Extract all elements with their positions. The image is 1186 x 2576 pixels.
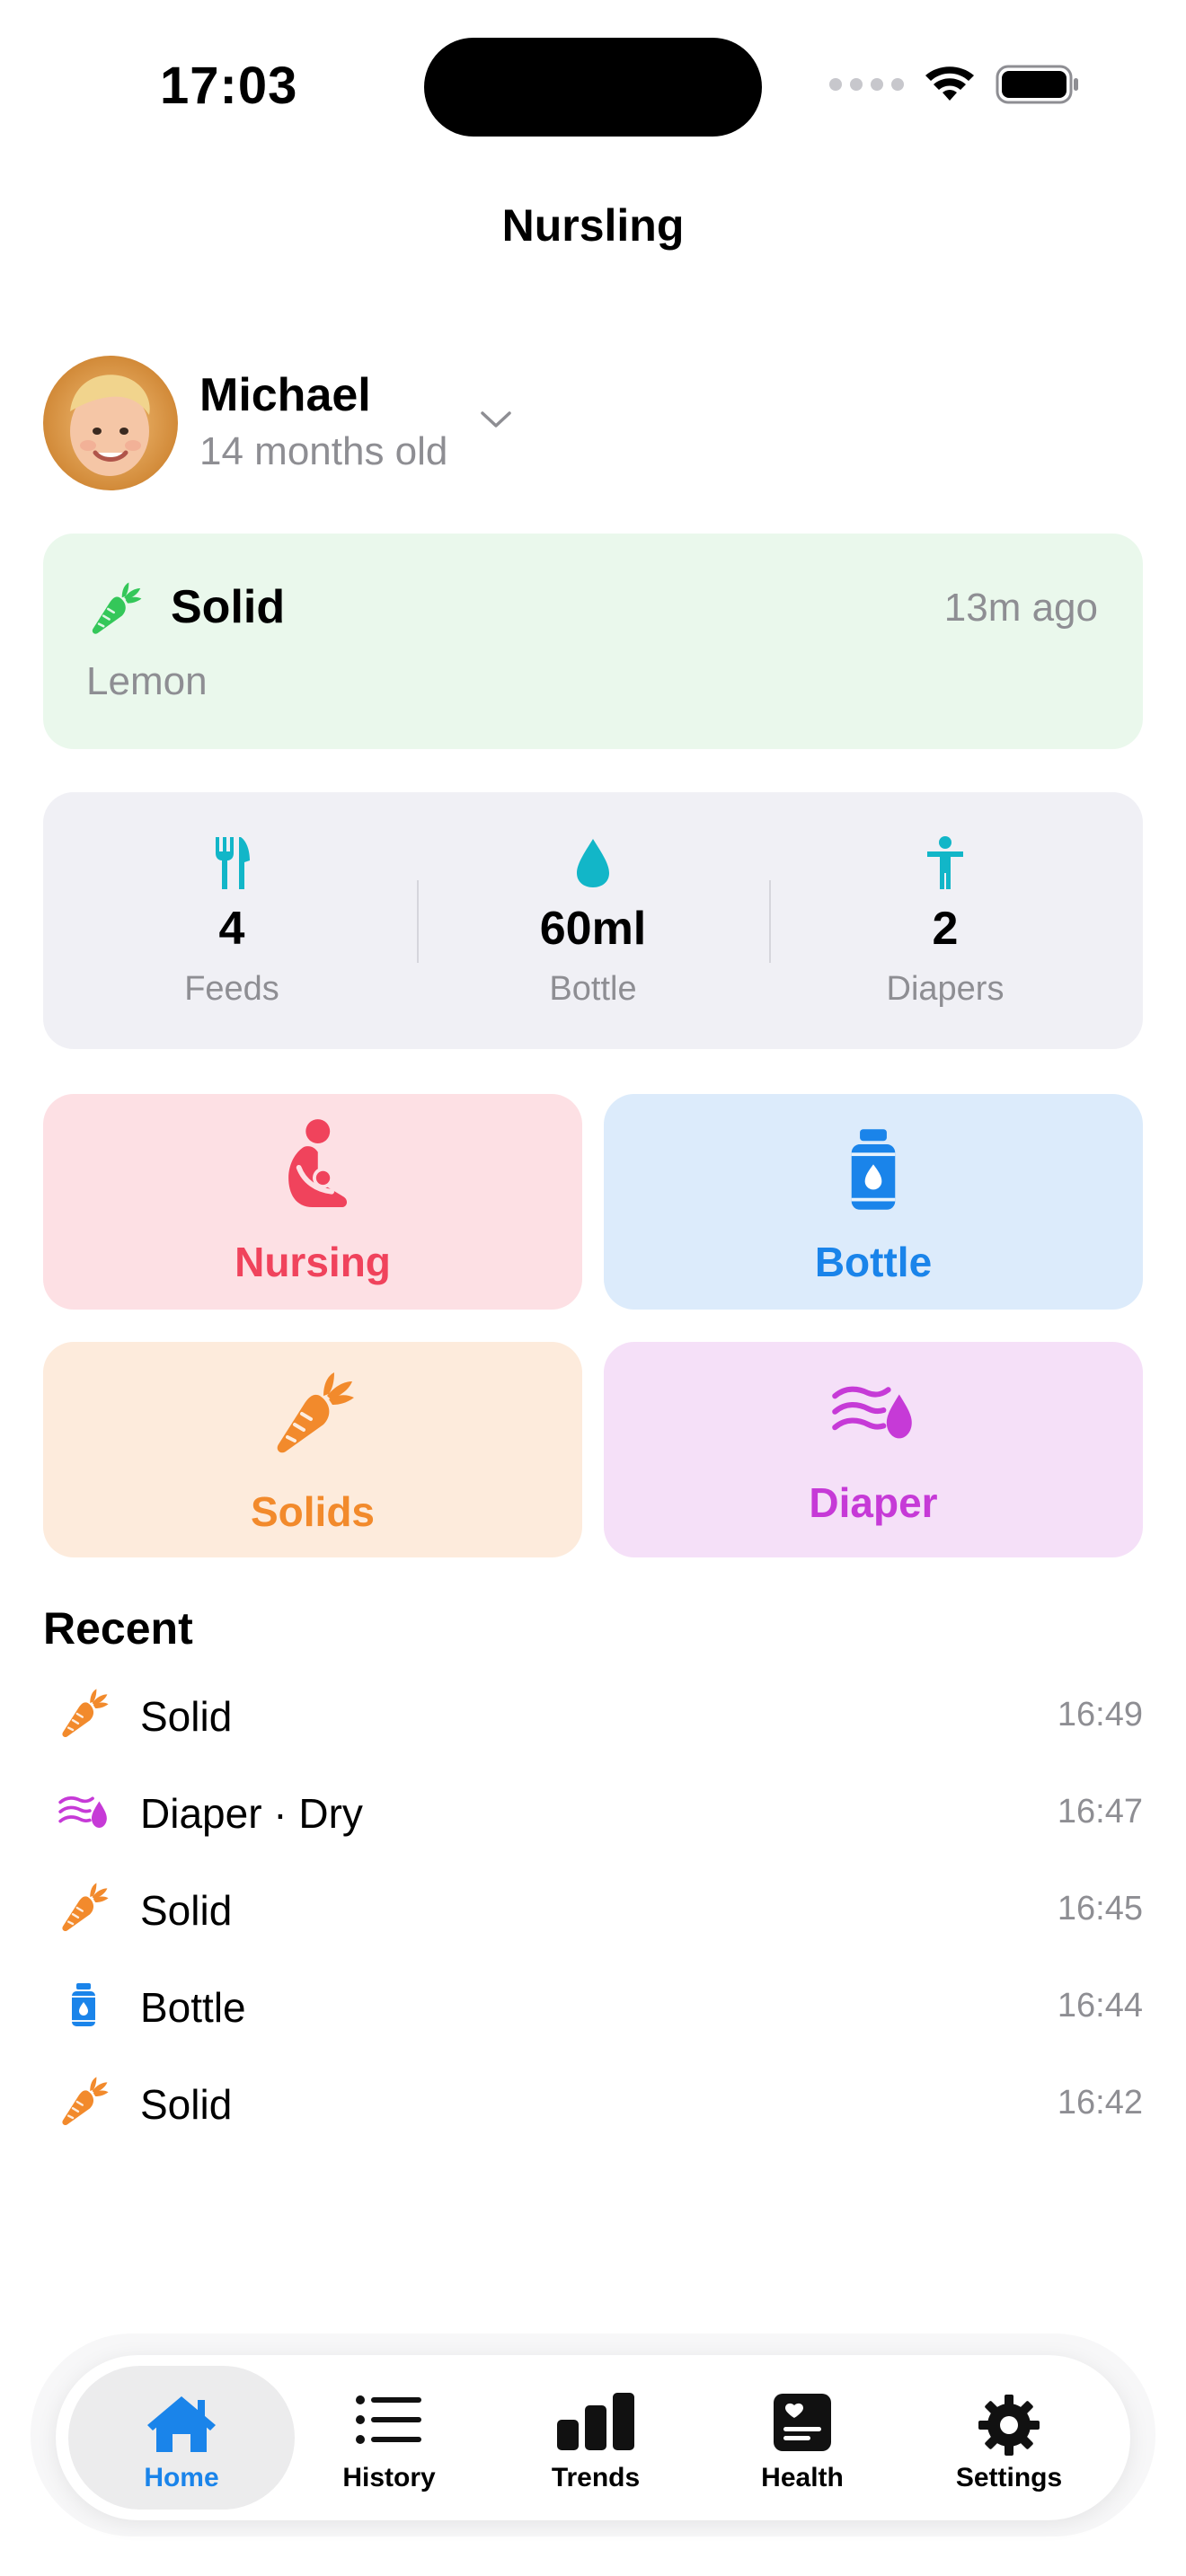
house-icon <box>147 2396 216 2452</box>
list-icon <box>356 2395 421 2444</box>
carrot-icon <box>57 1687 111 1741</box>
daily-stats: 4 Feeds 60ml Bottle 2 Diapers <box>43 792 1143 1049</box>
carrot-icon <box>57 1881 111 1935</box>
tab-history[interactable]: History <box>286 2366 492 2510</box>
solids-button[interactable]: Solids <box>43 1342 582 1557</box>
child-name[interactable]: Michael <box>199 368 371 422</box>
list-item-label: Bottle <box>140 1984 246 2031</box>
list-item[interactable]: Solid 16:45 <box>43 1863 1143 1953</box>
tab-label: Trends <box>551 2463 641 2492</box>
tab-health[interactable]: Health <box>699 2366 906 2510</box>
stat-bottle: 60ml Bottle <box>422 792 764 1049</box>
chevron-down-icon[interactable] <box>480 410 512 429</box>
carrot-icon <box>57 2075 111 2129</box>
chart-bars-icon <box>557 2393 634 2450</box>
carrot-icon <box>86 580 144 638</box>
list-item-label: Solid <box>140 1887 233 1934</box>
stat-label: Bottle <box>549 970 637 1008</box>
stat-diapers: 2 Diapers <box>774 792 1116 1049</box>
last-activity-title: Solid <box>171 581 286 633</box>
avatar[interactable] <box>43 356 178 490</box>
nursing-label: Nursing <box>235 1239 391 1285</box>
fork-knife-icon <box>216 837 250 889</box>
tab-bar: Home History Trends Health Settings <box>56 2355 1130 2520</box>
stat-value: 2 <box>932 903 959 955</box>
child-age: 14 months old <box>199 429 448 473</box>
stat-value: 4 <box>218 903 245 955</box>
health-record-icon <box>774 2394 831 2451</box>
carrot-icon <box>268 1369 358 1459</box>
dynamic-island <box>424 38 762 137</box>
solids-label: Solids <box>250 1488 376 1535</box>
drop-icon <box>577 839 609 887</box>
stat-label: Feeds <box>184 970 279 1008</box>
nursing-button[interactable]: Nursing <box>43 1094 582 1310</box>
list-item-label: Solid <box>140 2081 233 2128</box>
list-item-time: 16:49 <box>1057 1696 1143 1734</box>
diaper-label: Diaper <box>809 1479 938 1526</box>
last-activity-card[interactable]: Solid 13m ago Lemon <box>43 534 1143 749</box>
divider <box>417 880 419 963</box>
divider <box>769 880 771 963</box>
bottle-button[interactable]: Bottle <box>604 1094 1143 1310</box>
wifi-icon <box>925 66 974 101</box>
last-activity-detail: Lemon <box>86 659 208 703</box>
list-item-label: Diaper · Dry <box>140 1790 363 1837</box>
list-item-time: 16:44 <box>1057 1987 1143 2025</box>
diaper-icon <box>58 1791 110 1831</box>
list-item-time: 16:42 <box>1057 2084 1143 2122</box>
bottle-icon <box>848 1126 898 1213</box>
tab-label: History <box>342 2463 436 2492</box>
last-activity-time: 13m ago <box>943 586 1098 630</box>
status-time: 17:03 <box>160 57 298 115</box>
bottle-label: Bottle <box>814 1239 933 1285</box>
list-item[interactable]: Bottle 16:44 <box>43 1960 1143 2050</box>
gear-icon <box>978 2395 1040 2456</box>
diaper-icon <box>830 1378 916 1442</box>
nursing-icon <box>270 1117 356 1213</box>
stat-label: Diapers <box>886 970 1005 1008</box>
list-item[interactable]: Solid 16:42 <box>43 2057 1143 2147</box>
tab-label: Settings <box>955 2463 1063 2492</box>
cellular-signal-icon <box>829 78 904 91</box>
stat-feeds: 4 Feeds <box>61 792 403 1049</box>
page-title: Nursling <box>501 200 685 251</box>
battery-icon <box>996 65 1078 104</box>
list-item-time: 16:45 <box>1057 1890 1143 1928</box>
tab-label: Health <box>761 2463 844 2492</box>
tab-label: Home <box>144 2463 219 2492</box>
list-item-label: Solid <box>140 1693 233 1740</box>
list-item-time: 16:47 <box>1057 1793 1143 1831</box>
recent-heading: Recent <box>43 1603 193 1654</box>
stat-value: 60ml <box>539 903 647 955</box>
bottle-icon <box>70 1980 97 2030</box>
diaper-button[interactable]: Diaper <box>604 1342 1143 1557</box>
list-item[interactable]: Diaper · Dry 16:47 <box>43 1766 1143 1856</box>
list-item[interactable]: Solid 16:49 <box>43 1669 1143 1759</box>
status-indicators <box>829 65 1080 104</box>
tab-settings[interactable]: Settings <box>906 2366 1112 2510</box>
tab-trends[interactable]: Trends <box>492 2366 699 2510</box>
tab-home[interactable]: Home <box>68 2366 295 2510</box>
figure-icon <box>927 836 963 889</box>
